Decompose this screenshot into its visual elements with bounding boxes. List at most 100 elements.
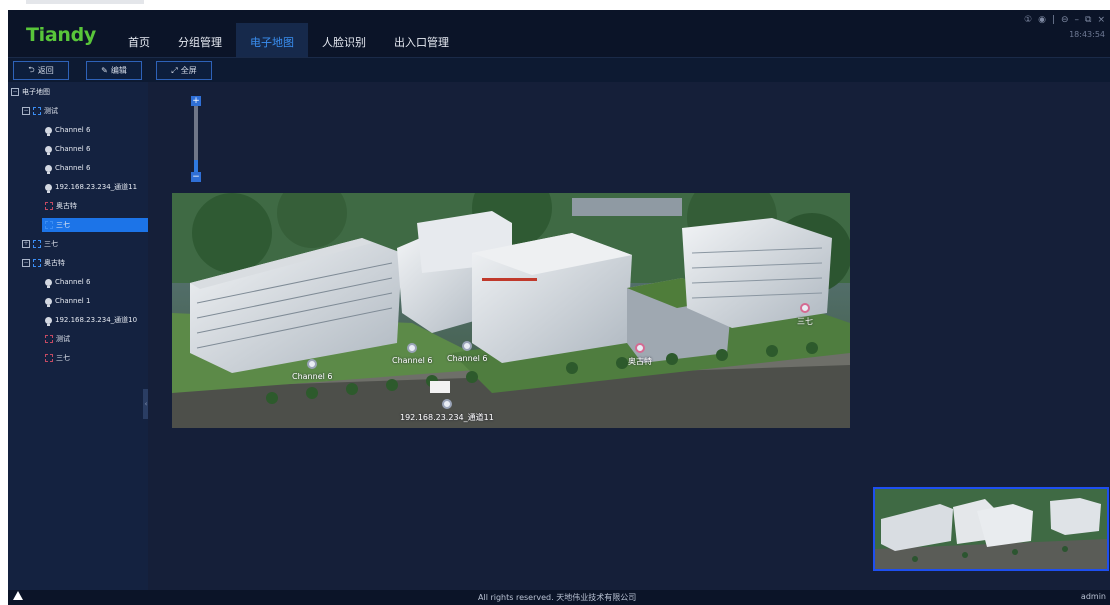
lock-icon[interactable]: ⊖ <box>1061 15 1069 25</box>
collapse-icon[interactable]: − <box>22 107 30 115</box>
tree-item-camera[interactable]: Channel 6 <box>45 142 90 156</box>
camera-marker-icon <box>441 399 452 409</box>
expand-icon[interactable]: + <box>22 240 30 248</box>
camera-marker-icon <box>462 341 473 351</box>
camera-marker-icon <box>307 359 318 369</box>
settings-icon[interactable]: ◉ <box>1038 15 1046 25</box>
tree-item-map[interactable]: − 测试 <box>22 104 58 118</box>
zoom-out-button[interactable]: − <box>191 172 201 182</box>
tree-item-map-link-selected[interactable]: 三七 <box>42 218 149 232</box>
tree-item-map[interactable]: + 三七 <box>22 237 58 251</box>
tree-item-map-link[interactable]: 三七 <box>45 351 70 365</box>
nav-face-recognition[interactable]: 人脸识别 <box>308 23 380 57</box>
map-tree-panel: − 电子地图 − 测试 Channel 6 Channel 6 Channel … <box>8 82 149 590</box>
camera-icon <box>45 316 52 326</box>
zoom-level-fill <box>194 160 198 172</box>
restore-icon[interactable]: ⧉ <box>1085 15 1091 25</box>
nav-entrance-management[interactable]: 出入口管理 <box>380 23 463 57</box>
campus-aerial-image <box>172 193 850 428</box>
edit-icon: ✎ <box>101 66 108 75</box>
tree-item-camera[interactable]: Channel 6 <box>45 275 90 289</box>
tree-item-label: Channel 6 <box>55 164 91 172</box>
camera-icon <box>45 297 52 307</box>
fullscreen-label: 全屏 <box>180 66 197 75</box>
close-icon[interactable]: × <box>1097 15 1105 25</box>
minimize-icon[interactable]: – <box>1075 15 1080 25</box>
fullscreen-button[interactable]: ⤢ 全屏 <box>156 61 212 80</box>
tree-item-camera[interactable]: 192.168.23.234_通道10 <box>45 313 137 327</box>
camera-icon <box>45 145 52 155</box>
nav-home[interactable]: 首页 <box>114 23 164 57</box>
clock: 18:43:54 <box>1069 30 1105 39</box>
tree-item-label: 奥古特 <box>44 259 65 267</box>
map-link-icon <box>45 354 53 362</box>
camera-icon <box>45 126 52 136</box>
collapse-icon[interactable]: − <box>11 88 19 96</box>
zoom-slider[interactable]: + − <box>191 96 201 182</box>
logo: Tiandy <box>26 24 97 46</box>
info-icon[interactable]: ① <box>1024 15 1032 25</box>
map-link-marker[interactable]: 奥古特 <box>628 343 652 367</box>
minimap-image <box>875 489 1107 569</box>
map-camera-marker[interactable]: Channel 6 <box>292 359 332 381</box>
tree-item-map-link[interactable]: 测试 <box>45 332 70 346</box>
nav-group-management[interactable]: 分组管理 <box>164 23 236 57</box>
marker-label: 三七 <box>797 317 813 326</box>
top-strip <box>0 0 1110 10</box>
tree-item-label: 奥古特 <box>56 202 77 210</box>
marker-label: 奥古特 <box>628 357 652 366</box>
map-camera-marker[interactable]: Channel 6 <box>392 343 432 365</box>
tree-item-label: 三七 <box>56 221 70 229</box>
current-user[interactable]: admin <box>1081 592 1106 601</box>
tree-item-map-link[interactable]: 奥古特 <box>45 199 77 213</box>
camera-icon <box>45 164 52 174</box>
tree-root[interactable]: − 电子地图 <box>11 85 50 99</box>
camera-marker-icon <box>407 343 418 353</box>
map-icon <box>33 240 41 248</box>
top-bar: Tiandy 首页 分组管理 电子地图 人脸识别 出入口管理 ① ◉ | ⊖ –… <box>8 10 1110 57</box>
back-label: 返回 <box>37 66 54 75</box>
map-link-marker[interactable]: 三七 <box>797 303 813 327</box>
nav-emap[interactable]: 电子地图 <box>236 23 308 57</box>
back-icon: ⮌ <box>28 64 35 74</box>
tree-item-label: 192.168.23.234_通道10 <box>55 316 138 324</box>
toolbar: ⮌ 返回 ✎ 编辑 ⤢ 全屏 <box>8 57 1110 82</box>
map-image[interactable]: Channel 6 Channel 6 Channel 6 192.168.23… <box>172 193 850 428</box>
zoom-in-button[interactable]: + <box>191 96 201 106</box>
map-camera-marker[interactable]: Channel 6 <box>447 341 487 363</box>
tree-item-label: 三七 <box>44 240 58 248</box>
tree-item-label: Channel 1 <box>55 297 91 305</box>
map-link-marker-icon <box>635 343 645 353</box>
app-window: Tiandy 首页 分组管理 电子地图 人脸识别 出入口管理 ① ◉ | ⊖ –… <box>8 10 1110 605</box>
warning-icon[interactable] <box>13 591 23 600</box>
back-button[interactable]: ⮌ 返回 <box>13 61 69 80</box>
title-placeholder <box>26 0 144 4</box>
window-controls: ① ◉ | ⊖ – ⧉ × <box>1024 15 1105 25</box>
map-link-icon <box>45 202 53 210</box>
tree-root-label: 电子地图 <box>22 88 50 96</box>
tree-item-camera[interactable]: Channel 6 <box>45 123 90 137</box>
marker-label: Channel 6 <box>392 356 433 365</box>
camera-icon <box>45 278 52 288</box>
tree-item-camera[interactable]: Channel 1 <box>45 294 90 308</box>
collapse-icon[interactable]: − <box>22 259 30 267</box>
main-nav: 首页 分组管理 电子地图 人脸识别 出入口管理 <box>114 23 463 57</box>
tree-item-camera[interactable]: Channel 6 <box>45 161 90 175</box>
overview-minimap[interactable] <box>873 487 1109 571</box>
copyright-text: All rights reserved. 天地伟业技术有限公司 <box>478 593 637 602</box>
marker-label: 192.168.23.234_通道11 <box>400 413 494 422</box>
marker-label: Channel 6 <box>447 354 488 363</box>
tree-item-label: Channel 6 <box>55 145 91 153</box>
tree-item-label: Channel 6 <box>55 278 91 286</box>
tree-item-map[interactable]: − 奥古特 <box>22 256 65 270</box>
map-link-icon <box>45 221 53 229</box>
edit-button[interactable]: ✎ 编辑 <box>86 61 142 80</box>
fullscreen-icon: ⤢ <box>171 65 178 75</box>
tree-item-camera[interactable]: 192.168.23.234_通道11 <box>45 180 137 194</box>
map-link-icon <box>45 335 53 343</box>
tree-item-label: 三七 <box>56 354 70 362</box>
map-camera-marker[interactable]: 192.168.23.234_通道11 <box>400 399 494 423</box>
separator: | <box>1051 15 1055 25</box>
status-bar: All rights reserved. 天地伟业技术有限公司 admin <box>8 590 1110 605</box>
map-icon <box>33 259 41 267</box>
